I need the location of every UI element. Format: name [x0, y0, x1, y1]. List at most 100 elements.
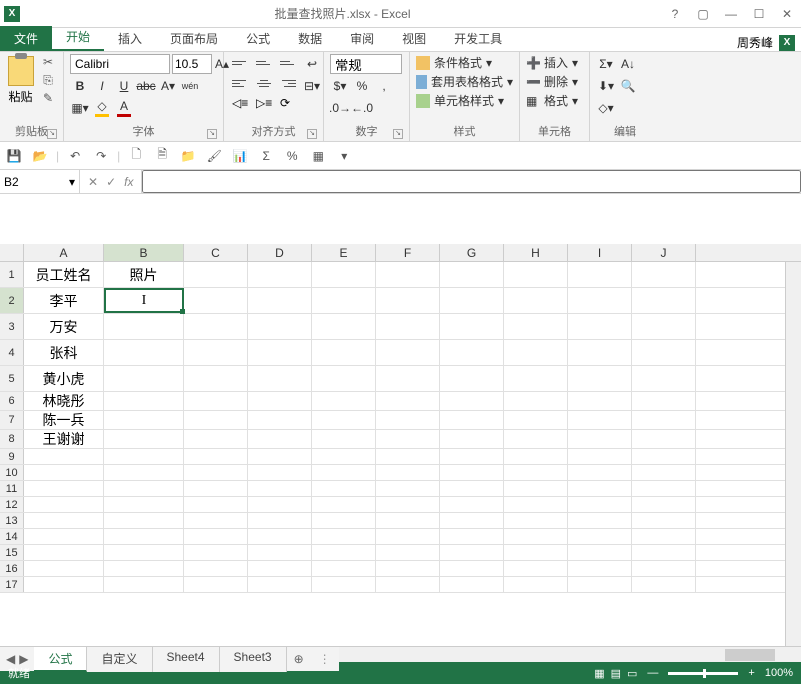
percent-icon[interactable]: %	[352, 76, 372, 96]
ribbon-options-icon[interactable]: ▢	[693, 5, 713, 23]
cell[interactable]: I	[104, 288, 184, 313]
cell[interactable]	[632, 340, 696, 365]
cell[interactable]	[440, 465, 504, 480]
cell[interactable]	[184, 497, 248, 512]
cell[interactable]: 照片	[104, 262, 184, 287]
cell[interactable]	[376, 465, 440, 480]
cell[interactable]	[248, 481, 312, 496]
cell[interactable]	[184, 465, 248, 480]
bold-button[interactable]: B	[70, 76, 90, 96]
cell[interactable]	[504, 497, 568, 512]
number-launcher-icon[interactable]: ↘	[393, 129, 403, 139]
cell[interactable]	[440, 497, 504, 512]
cell[interactable]	[104, 481, 184, 496]
indent-increase-icon[interactable]: ▷≡	[254, 94, 274, 112]
tab-formulas[interactable]: 公式	[232, 26, 284, 51]
font-size-input[interactable]	[172, 54, 212, 74]
cell[interactable]	[184, 430, 248, 448]
align-right-icon[interactable]	[278, 74, 298, 92]
formula-input[interactable]	[142, 170, 801, 193]
cell[interactable]	[568, 340, 632, 365]
cell[interactable]	[376, 314, 440, 339]
col-header-G[interactable]: G	[440, 244, 504, 261]
underline-button[interactable]: U	[114, 76, 134, 96]
cell[interactable]	[568, 366, 632, 391]
align-center-icon[interactable]	[254, 74, 274, 92]
cell[interactable]	[184, 577, 248, 592]
cell[interactable]	[632, 288, 696, 313]
row-header[interactable]: 10	[0, 465, 24, 480]
cell[interactable]	[104, 430, 184, 448]
border-button[interactable]: ▦▾	[70, 98, 90, 118]
cell[interactable]	[248, 340, 312, 365]
cut-icon[interactable]: ✂	[39, 54, 57, 70]
cell[interactable]	[184, 481, 248, 496]
align-left-icon[interactable]	[230, 74, 250, 92]
cell[interactable]	[440, 411, 504, 429]
cell[interactable]	[440, 262, 504, 287]
cell[interactable]	[440, 430, 504, 448]
qat-brush-icon[interactable]: 🖌	[204, 146, 224, 166]
zoom-slider[interactable]	[668, 672, 738, 675]
cell[interactable]	[632, 392, 696, 410]
cell[interactable]	[568, 314, 632, 339]
cell[interactable]	[504, 481, 568, 496]
row-header[interactable]: 4	[0, 340, 24, 365]
cell[interactable]	[312, 497, 376, 512]
cell[interactable]	[440, 449, 504, 464]
qat-folder-icon[interactable]: 📁	[178, 146, 198, 166]
cell[interactable]	[440, 392, 504, 410]
row-header[interactable]: 2	[0, 288, 24, 313]
qat-save-icon[interactable]: 💾	[4, 146, 24, 166]
view-normal-icon[interactable]: ▦	[594, 667, 604, 680]
qat-chart-icon[interactable]: 📊	[230, 146, 250, 166]
tab-data[interactable]: 数据	[284, 26, 336, 51]
cell[interactable]	[376, 392, 440, 410]
sheet-nav-prev-icon[interactable]: ◀	[6, 652, 15, 666]
tab-view[interactable]: 视图	[388, 26, 440, 51]
cell[interactable]	[376, 481, 440, 496]
conditional-format-button[interactable]: 条件格式▾	[416, 54, 513, 71]
italic-button[interactable]: I	[92, 76, 112, 96]
cell[interactable]	[248, 577, 312, 592]
qat-sum-icon[interactable]: Σ	[256, 146, 276, 166]
cell[interactable]	[504, 545, 568, 560]
cell[interactable]	[568, 465, 632, 480]
cell[interactable]	[248, 513, 312, 528]
cell[interactable]	[376, 411, 440, 429]
row-header[interactable]: 17	[0, 577, 24, 592]
cell[interactable]	[376, 288, 440, 313]
clipboard-launcher-icon[interactable]: ↘	[47, 129, 57, 139]
name-box[interactable]: B2▾	[0, 170, 80, 193]
col-header-J[interactable]: J	[632, 244, 696, 261]
cell[interactable]	[248, 288, 312, 313]
cell[interactable]	[632, 430, 696, 448]
cell[interactable]	[248, 561, 312, 576]
cell[interactable]	[568, 513, 632, 528]
zoom-level[interactable]: 100%	[765, 667, 793, 679]
cell[interactable]	[312, 545, 376, 560]
cell[interactable]	[184, 561, 248, 576]
cell[interactable]	[184, 366, 248, 391]
table-format-button[interactable]: 套用表格格式▾	[416, 73, 513, 90]
cell[interactable]: 林晓彤	[24, 392, 104, 410]
view-layout-icon[interactable]: ▤	[611, 667, 621, 680]
zoom-out-icon[interactable]: —	[647, 667, 658, 679]
account-icon[interactable]: X	[779, 35, 795, 51]
cell[interactable]	[632, 449, 696, 464]
align-launcher-icon[interactable]: ↘	[307, 129, 317, 139]
cell-style-button[interactable]: 单元格样式▾	[416, 92, 513, 109]
cell[interactable]	[632, 497, 696, 512]
cell[interactable]	[312, 288, 376, 313]
cancel-formula-icon[interactable]: ✕	[88, 175, 98, 189]
cell[interactable]	[376, 497, 440, 512]
cell[interactable]	[184, 340, 248, 365]
user-name[interactable]: 周秀峰	[737, 34, 773, 51]
cell[interactable]	[376, 561, 440, 576]
cell[interactable]	[184, 288, 248, 313]
autosum-icon[interactable]: Σ▾	[596, 54, 616, 74]
cell[interactable]	[104, 366, 184, 391]
number-format-select[interactable]	[330, 54, 402, 74]
cell[interactable]	[568, 561, 632, 576]
cell[interactable]	[440, 545, 504, 560]
